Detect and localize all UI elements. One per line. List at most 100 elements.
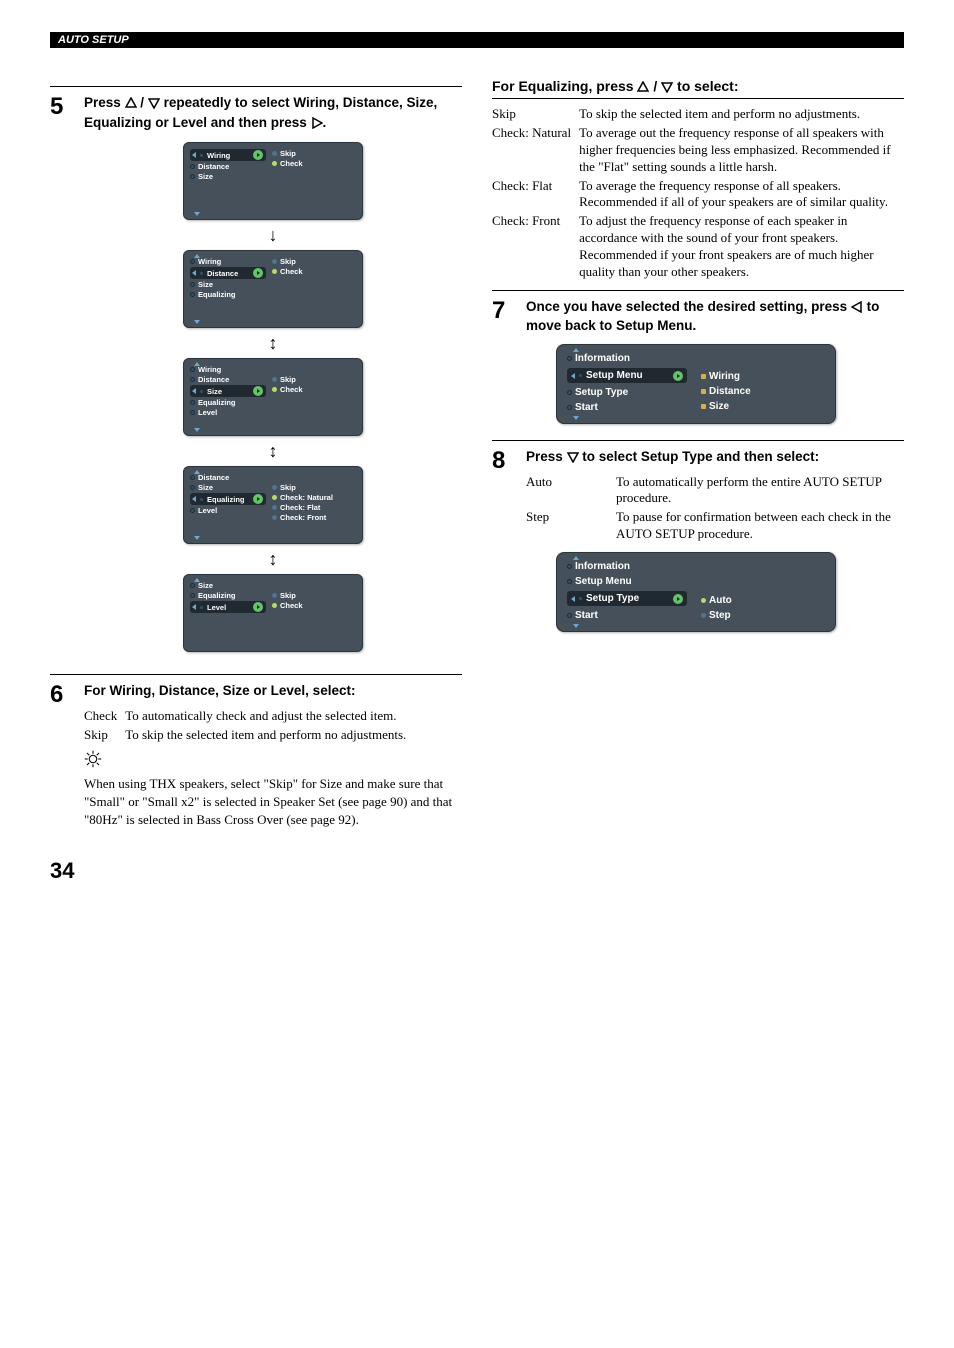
option-label: Wiring [709,371,740,382]
menu-screenshot: Wiring Distance Size Equalizing Level Sk… [183,358,363,436]
def-value: To skip the selected item and perform no… [125,726,406,745]
step-title: Press to select Setup Type and then sele… [526,447,904,467]
option-label: Check: Natural [280,493,333,502]
menu-item-label: Setup Menu [586,370,643,381]
option-label: Skip [280,591,296,600]
def-key: Auto [526,473,616,509]
option-label: Check: Front [280,513,326,522]
option-label: Check: Flat [280,503,320,512]
note-text: When using THX speakers, select "Skip" f… [84,775,462,828]
menu-item-label: Level [207,603,226,612]
screens-group: Wiring Distance Size Skip Check ↓ [84,142,462,652]
step-title: For Wiring, Distance, Size or Level, sel… [84,681,462,701]
menu-item-label: Distance [198,473,229,482]
right-icon [311,117,323,129]
option-label: Check [280,267,303,276]
updown-arrow-icon: ↕ [269,442,278,460]
down-icon [567,451,579,463]
menu-item-label: Start [575,402,598,413]
up-icon [637,81,649,93]
def-key: Check: Front [492,212,579,282]
option-label: Check [280,601,303,610]
menu-item-label: Size [198,581,213,590]
menu-item-label: Setup Type [586,593,639,604]
text-fragment: For Equalizing, press [492,78,637,94]
right-column: For Equalizing, press / to select: SkipT… [492,78,904,828]
text-fragment: / [649,78,661,94]
def-key: Step [526,508,616,544]
menu-item-label: Distance [198,162,229,171]
definition-list: AutoTo automatically perform the entire … [526,473,904,545]
menu-item-label: Level [198,506,217,515]
def-value: To average the frequency response of all… [579,177,904,213]
option-label: Distance [709,386,751,397]
step-number: 8 [492,447,516,640]
definition-list: CheckTo automatically check and adjust t… [84,707,406,745]
down-icon [148,97,160,109]
section-header: AUTO SETUP [50,32,904,48]
option-label: Step [709,610,731,621]
option-label: Check [280,385,303,394]
menu-item-label: Information [575,561,630,572]
menu-screenshot: Wiring Distance Size Equalizing Skip Che… [183,250,363,328]
option-label: Skip [280,149,296,158]
step-5: 5 Press / repeatedly to select Wiring, D… [50,86,462,666]
def-value: To automatically check and adjust the se… [125,707,406,726]
menu-item-label: Size [207,387,222,396]
menu-item-label: Information [575,353,630,364]
step-number: 7 [492,297,516,432]
def-key: Check [84,707,125,726]
definition-list: SkipTo skip the selected item and perfor… [492,105,904,282]
menu-item-label: Equalizing [198,591,236,600]
updown-arrow-icon: ↕ [269,550,278,568]
text-fragment: Once you have selected the desired setti… [526,299,851,314]
def-value: To skip the selected item and perform no… [579,105,904,124]
menu-item-label: Wiring [207,151,230,160]
text-fragment: Press [526,449,567,464]
menu-item-label: Setup Type [575,387,628,398]
menu-item-label: Level [198,408,217,417]
option-label: Skip [280,483,296,492]
def-key: Check: Natural [492,124,579,177]
text-fragment: to select Setup Type and then select: [579,449,820,464]
def-value: To automatically perform the entire AUTO… [616,473,904,509]
down-arrow-icon: ↓ [269,226,278,244]
text-fragment: Press [84,95,125,110]
menu-screenshot: Information Setup Menu Setup Type Start … [556,552,836,632]
text-fragment: / [137,95,148,110]
step-7: 7 Once you have selected the desired set… [492,290,904,432]
subheading: For Equalizing, press / to select: [492,78,904,99]
page-number: 34 [50,858,904,884]
def-key: Skip [84,726,125,745]
option-label: Size [709,401,729,412]
def-value: To average out the frequency response of… [579,124,904,177]
columns: 5 Press / repeatedly to select Wiring, D… [50,78,904,828]
left-icon [851,301,863,313]
menu-item-label: Distance [207,269,238,278]
step-title: Once you have selected the desired setti… [526,297,904,336]
menu-item-label: Equalizing [198,290,236,299]
tip-icon [84,750,462,773]
option-label: Auto [709,595,732,606]
def-key: Check: Flat [492,177,579,213]
menu-item-label: Distance [198,375,229,384]
step-6: 6 For Wiring, Distance, Size or Level, s… [50,674,462,828]
up-icon [125,97,137,109]
menu-item-label: Wiring [198,257,221,266]
left-column: 5 Press / repeatedly to select Wiring, D… [50,78,462,828]
updown-arrow-icon: ↕ [269,334,278,352]
def-value: To adjust the frequency response of each… [579,212,904,282]
step-title: Press / repeatedly to select Wiring, Dis… [84,93,462,132]
step-number: 6 [50,681,74,828]
step-number: 5 [50,93,74,666]
option-label: Check [280,159,303,168]
menu-screenshot: Distance Size Equalizing Level Skip Chec… [183,466,363,544]
menu-item-label: Equalizing [198,398,236,407]
step-8: 8 Press to select Setup Type and then se… [492,440,904,640]
down-icon [661,81,673,93]
menu-screenshot: Size Equalizing Level Skip Check [183,574,363,652]
text-fragment: to select: [673,78,738,94]
menu-screenshot: Wiring Distance Size Skip Check [183,142,363,220]
menu-item-label: Start [575,610,598,621]
menu-item-label: Size [198,483,213,492]
